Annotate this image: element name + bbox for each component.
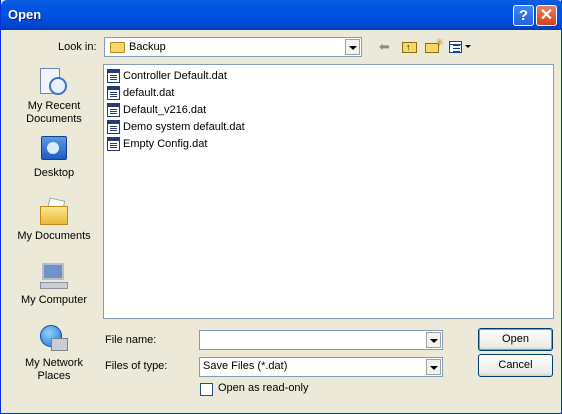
file-name: Default_v216.dat (123, 104, 207, 116)
chevron-down-icon[interactable] (426, 332, 441, 348)
read-only-label: Open as read-only (218, 382, 309, 394)
place-desktop[interactable]: Desktop (11, 134, 97, 180)
new-folder-icon[interactable]: ✳ (424, 37, 444, 55)
list-item[interactable]: Empty Config.dat (107, 136, 207, 152)
place-label: My Computer (20, 294, 88, 306)
title-bar[interactable]: Open ? ✕ (1, 0, 562, 30)
help-button[interactable]: ? (513, 5, 534, 26)
dat-file-icon (107, 103, 120, 117)
close-button[interactable]: ✕ (536, 5, 557, 26)
list-item[interactable]: default.dat (107, 85, 174, 101)
place-label: My Network Places (24, 357, 84, 382)
file-name: Demo system default.dat (123, 121, 245, 133)
list-item[interactable]: Default_v216.dat (107, 102, 206, 118)
place-my-recent-documents[interactable]: My Recent Documents (11, 67, 97, 126)
file-type-value: Save Files (*.dat) (203, 360, 288, 372)
folder-icon (110, 42, 125, 53)
list-item[interactable]: Demo system default.dat (107, 119, 245, 135)
file-type-label: Files of type: (105, 360, 168, 372)
place-label: My Documents (17, 230, 91, 242)
view-menu-icon[interactable] (448, 39, 472, 55)
dat-file-icon (107, 137, 120, 151)
chevron-down-icon[interactable] (345, 39, 360, 55)
place-my-network-places[interactable]: My Network Places (11, 324, 97, 383)
recent-documents-icon (38, 67, 70, 97)
look-in-label: Look in: (58, 41, 97, 53)
read-only-checkbox[interactable] (200, 383, 213, 396)
dat-file-icon (107, 120, 120, 134)
place-label: My Recent Documents (26, 100, 82, 125)
file-name: Empty Config.dat (123, 138, 208, 150)
file-name-label: File name: (105, 334, 157, 346)
dat-file-icon (107, 86, 120, 100)
file-name: Controller Default.dat (123, 70, 227, 82)
file-list[interactable]: Controller Default.dat default.dat Defau… (103, 64, 554, 319)
file-name: default.dat (123, 87, 175, 99)
list-item[interactable]: Controller Default.dat (107, 68, 227, 84)
open-dialog: Open ? ✕ Look in: Backup ⬅ ↑ ✳ My Recent… (0, 0, 562, 414)
file-name-field[interactable] (199, 330, 443, 350)
cancel-button[interactable]: Cancel (478, 354, 553, 377)
back-arrow-icon[interactable]: ⬅ (379, 39, 397, 55)
file-type-dropdown[interactable]: Save Files (*.dat) (199, 357, 443, 377)
my-computer-icon (38, 261, 70, 291)
place-my-computer[interactable]: My Computer (11, 261, 97, 307)
up-one-level-icon[interactable]: ↑ (401, 39, 419, 55)
dialog-title: Open (8, 7, 42, 22)
dat-file-icon (107, 69, 120, 83)
desktop-icon (38, 134, 70, 164)
look-in-value: Backup (129, 41, 166, 53)
places-bar: My Recent Documents Desktop My Documents… (11, 62, 97, 392)
chevron-down-icon[interactable] (426, 359, 441, 375)
network-places-icon (38, 324, 70, 354)
open-button[interactable]: Open (478, 328, 553, 351)
my-documents-icon (38, 197, 70, 227)
place-label: Desktop (33, 167, 75, 179)
look-in-dropdown[interactable]: Backup (104, 37, 362, 57)
place-my-documents[interactable]: My Documents (11, 197, 97, 243)
